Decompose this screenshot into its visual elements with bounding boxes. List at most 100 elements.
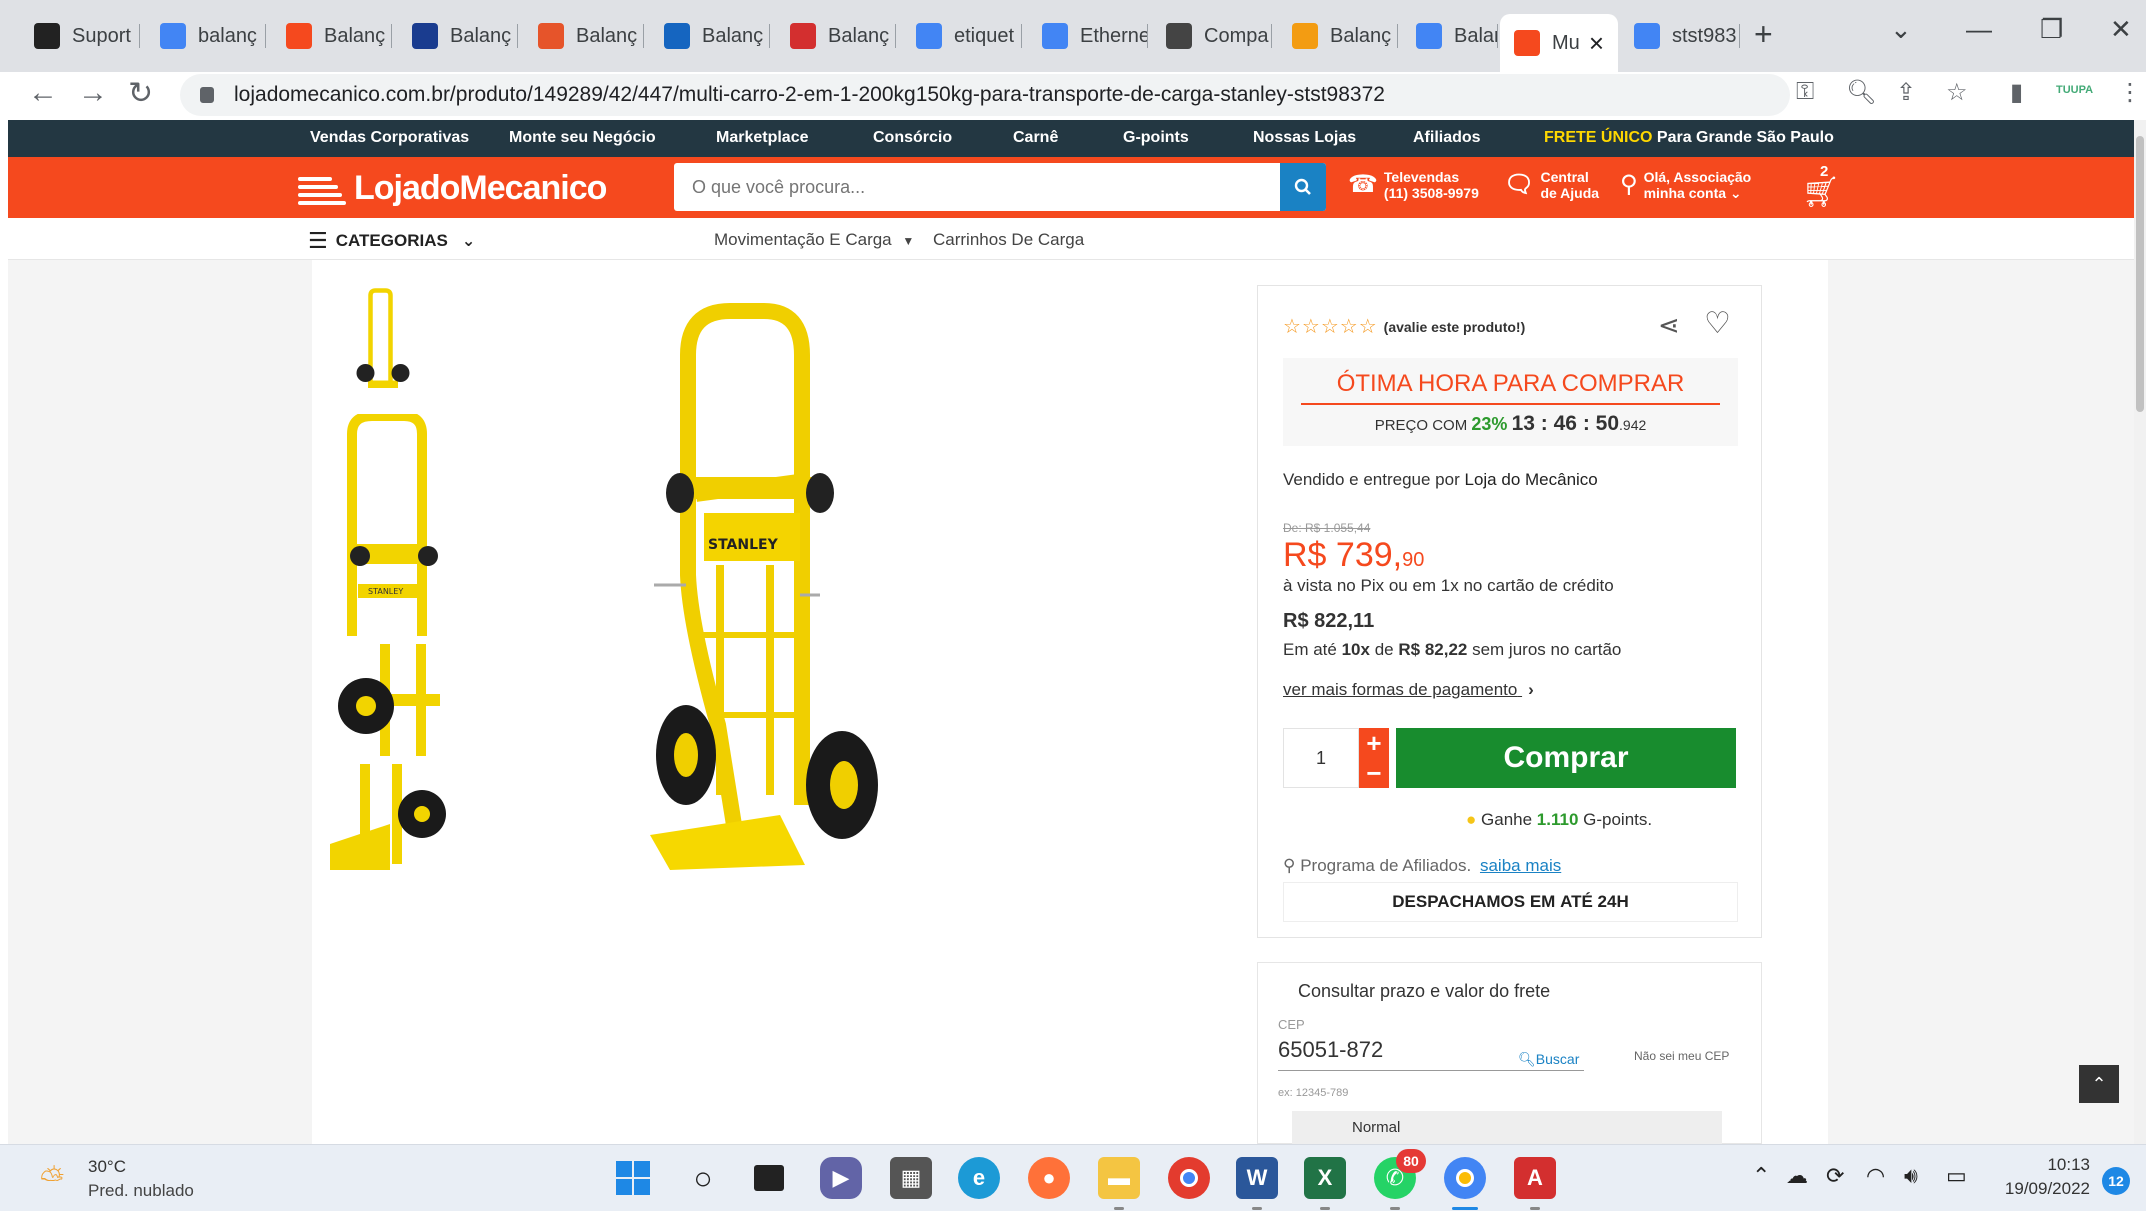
- teams-chat-icon[interactable]: ▶: [820, 1157, 862, 1199]
- cep-search-button[interactable]: 🔍︎Buscar: [1518, 1051, 1579, 1068]
- browser-tab[interactable]: Suport: [20, 14, 140, 58]
- browser-tab[interactable]: Mu ×: [1500, 14, 1618, 72]
- word-icon[interactable]: W: [1236, 1157, 1278, 1199]
- topbar-link-marketplace[interactable]: Marketplace: [716, 129, 809, 147]
- televendas-link[interactable]: ☎ Televendas (11) 3508-9979: [1348, 169, 1479, 201]
- quantity-decrease-button[interactable]: −: [1359, 758, 1389, 788]
- address-bar[interactable]: lojadomecanico.com.br/produto/149289/42/…: [180, 74, 1790, 116]
- search-input[interactable]: [674, 176, 1274, 198]
- browser-tab[interactable]: Compa: [1152, 14, 1272, 58]
- share-icon[interactable]: ⇪: [1896, 78, 1916, 107]
- close-window-icon[interactable]: ✕: [2110, 14, 2132, 45]
- shipping-option-row[interactable]: Normal: [1292, 1111, 1722, 1145]
- topbar-link-consorcio[interactable]: Consórcio: [873, 129, 952, 147]
- cart-button[interactable]: 🛒︎ 2: [1798, 163, 1848, 211]
- browser-tab[interactable]: stst983: [1620, 14, 1740, 58]
- topbar-link-monte-seu-negocio[interactable]: Monte seu Negócio: [509, 129, 656, 147]
- account-menu[interactable]: ⚲ Olá, Associação minha conta ⌄: [1620, 169, 1751, 201]
- excel-icon[interactable]: X: [1304, 1157, 1346, 1199]
- central-ajuda-link[interactable]: 🗨︎ Central de Ajuda: [1504, 169, 1599, 201]
- chrome-icon[interactable]: [1168, 1157, 1210, 1199]
- favorite-heart-icon[interactable]: ♡: [1704, 306, 1731, 341]
- rating[interactable]: ☆☆☆☆☆ (avalie este produto!): [1283, 314, 1525, 339]
- search-button[interactable]: [1280, 163, 1326, 211]
- hand-truck-thumb-image: [356, 288, 410, 388]
- dont-know-cep-link[interactable]: Não sei meu CEP: [1634, 1049, 1729, 1063]
- browser-tab[interactable]: Balanç: [650, 14, 770, 58]
- browser-tab[interactable]: Balanç: [1278, 14, 1398, 58]
- wifi-icon[interactable]: ◠: [1866, 1163, 1885, 1189]
- restore-icon[interactable]: ❐: [2040, 14, 2063, 45]
- topbar-link-afiliados[interactable]: Afiliados: [1413, 129, 1481, 147]
- sync-icon[interactable]: ⟳: [1826, 1163, 1844, 1189]
- zoom-icon[interactable]: 🔍︎: [1846, 78, 1876, 107]
- tab-search-icon[interactable]: ⌄: [1890, 14, 1912, 45]
- topbar-link-carne[interactable]: Carnê: [1013, 129, 1058, 147]
- new-tab-button[interactable]: +: [1754, 16, 1773, 53]
- acrobat-icon[interactable]: A: [1514, 1157, 1556, 1199]
- browser-tab[interactable]: Balanç: [272, 14, 392, 58]
- dispatch-badge: DESPACHAMOS EM ATÉ 24H: [1283, 882, 1738, 922]
- search-icon[interactable]: ○: [682, 1157, 724, 1199]
- volume-icon[interactable]: 🔊︎: [1904, 1163, 1918, 1189]
- product-thumbnail-3[interactable]: [330, 644, 448, 756]
- close-tab-icon[interactable]: ×: [1589, 28, 1604, 59]
- browser-tab[interactable]: Etherne: [1028, 14, 1148, 58]
- tray-overflow-icon[interactable]: ⌃: [1752, 1163, 1770, 1189]
- back-to-top-button[interactable]: ⌃: [2079, 1065, 2119, 1103]
- minimize-icon[interactable]: —: [1966, 14, 1992, 45]
- edge-icon[interactable]: e: [958, 1157, 1000, 1199]
- back-icon[interactable]: ←: [28, 76, 58, 110]
- firefox-icon[interactable]: ●: [1028, 1157, 1070, 1199]
- browser-tab[interactable]: Balanç: [524, 14, 644, 58]
- topbar-link-nossas-lojas[interactable]: Nossas Lojas: [1253, 129, 1356, 147]
- seller-name[interactable]: Loja do Mecânico: [1465, 470, 1598, 489]
- product-thumbnail-1[interactable]: [330, 288, 448, 406]
- battery-icon[interactable]: ▭: [1946, 1163, 1967, 1189]
- file-explorer-icon[interactable]: ▬: [1098, 1157, 1140, 1199]
- browser-tab[interactable]: balanç: [146, 14, 266, 58]
- browser-tab[interactable]: Balanç: [398, 14, 518, 58]
- payment-options-link[interactable]: ver mais formas de pagamento ›: [1283, 680, 1534, 700]
- task-view-icon[interactable]: [748, 1157, 790, 1199]
- topbar-link-vendas-corporativas[interactable]: Vendas Corporativas: [310, 129, 469, 147]
- quantity-increase-button[interactable]: +: [1359, 728, 1389, 758]
- store-icon: [1514, 30, 1540, 56]
- browser-tab[interactable]: Balanç: [776, 14, 896, 58]
- buy-button[interactable]: Comprar: [1396, 728, 1736, 788]
- topbar-link-gpoints[interactable]: G-points: [1123, 129, 1189, 147]
- menu-kebab-icon[interactable]: ⋮: [2118, 78, 2142, 107]
- browser-tab[interactable]: etiquet: [902, 14, 1022, 58]
- categories-menu[interactable]: ☰ CATEGORIAS ⌄: [308, 228, 475, 254]
- share-icon[interactable]: ⋖: [1658, 310, 1680, 341]
- bookmark-star-icon[interactable]: ☆: [1946, 78, 1968, 107]
- reload-icon[interactable]: ↻: [128, 76, 153, 111]
- page-scrollbar-thumb[interactable]: [2136, 136, 2144, 412]
- product-thumbnail-4[interactable]: [330, 764, 448, 870]
- product-thumbnail-2[interactable]: STANLEY: [330, 414, 448, 636]
- breadcrumb-carrinhos[interactable]: Carrinhos De Carga: [933, 230, 1084, 250]
- shipping-option-normal: Normal: [1352, 1119, 1401, 1136]
- clock[interactable]: 10:13 19/09/2022: [1990, 1155, 2090, 1199]
- frete-unico-banner[interactable]: FRETE ÚNICO Para Grande São Paulo: [1544, 129, 1834, 147]
- help-chat-icon: 🗨︎: [1504, 171, 1535, 198]
- product-main-image[interactable]: STANLEY: [630, 295, 890, 885]
- windows-start-icon[interactable]: [612, 1157, 654, 1199]
- key-icon[interactable]: ⚿: [1796, 78, 1814, 106]
- onedrive-icon[interactable]: ☁: [1786, 1163, 1808, 1189]
- profile-avatar[interactable]: TUUPA: [2056, 84, 2093, 96]
- side-panel-icon[interactable]: ▮: [2010, 78, 2023, 107]
- browser-tab[interactable]: Balanç: [1402, 14, 1498, 58]
- star-rating-icon[interactable]: ☆☆☆☆☆: [1283, 314, 1378, 339]
- quantity-input[interactable]: 1: [1283, 728, 1359, 788]
- rate-product-link[interactable]: (avalie este produto!): [1384, 319, 1526, 335]
- forward-icon[interactable]: →: [78, 76, 108, 110]
- chrome-profile-icon[interactable]: [1444, 1157, 1486, 1199]
- site-logo[interactable]: LojadoMecanico: [298, 167, 607, 209]
- calculator-icon[interactable]: ▦: [890, 1157, 932, 1199]
- notification-badge[interactable]: 12: [2102, 1167, 2130, 1195]
- url-text[interactable]: lojadomecanico.com.br/produto/149289/42/…: [234, 83, 1385, 107]
- breadcrumb-movimentacao[interactable]: Movimentação E Carga ▼: [714, 230, 914, 250]
- affiliates-link[interactable]: saiba mais: [1480, 856, 1561, 875]
- breadcrumb-label: Movimentação E Carga: [714, 230, 892, 249]
